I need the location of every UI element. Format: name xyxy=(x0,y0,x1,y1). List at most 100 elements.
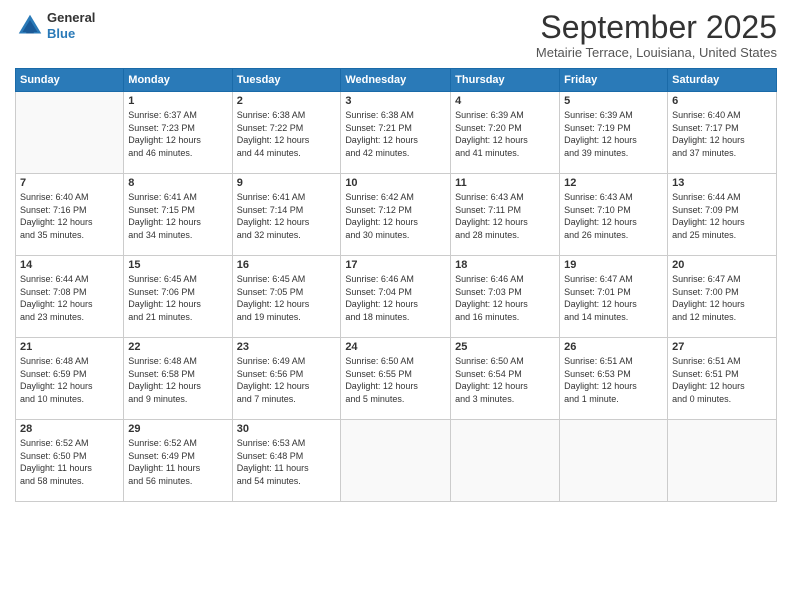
day-cell: 4 Sunrise: 6:39 AMSunset: 7:20 PMDaylight… xyxy=(451,92,560,174)
day-info: Sunrise: 6:45 AMSunset: 7:05 PMDaylight:… xyxy=(237,273,337,323)
day-cell: 12 Sunrise: 6:43 AMSunset: 7:10 PMDayligh… xyxy=(560,174,668,256)
week-row-1: 1Sunrise: 6:37 AMSunset: 7:23 PMDaylight… xyxy=(16,92,777,174)
day-cell: 15 Sunrise: 6:45 AMSunset: 7:06 PMDayligh… xyxy=(124,256,232,338)
day-info: Sunrise: 6:41 AMSunset: 7:15 PMDaylight:… xyxy=(128,191,227,241)
day-cell: 20 Sunrise: 6:47 AMSunset: 7:00 PMDayligh… xyxy=(668,256,777,338)
title-block: September 2025 Metairie Terrace, Louisia… xyxy=(536,10,777,60)
day-number: 23 xyxy=(237,341,337,353)
logo-blue: Blue xyxy=(47,26,95,42)
day-cell: 6Sunrise: 6:40 AMSunset: 7:17 PMDaylight… xyxy=(668,92,777,174)
day-info: Sunrise: 6:51 AMSunset: 6:51 PMDaylight:… xyxy=(672,355,772,405)
day-number: 13 xyxy=(672,177,772,189)
day-cell: 26 Sunrise: 6:51 AMSunset: 6:53 PMDayligh… xyxy=(560,338,668,420)
day-cell: 11 Sunrise: 6:43 AMSunset: 7:11 PMDayligh… xyxy=(451,174,560,256)
day-number: 29 xyxy=(128,423,227,435)
day-number: 7 xyxy=(20,177,119,189)
logo-general: General xyxy=(47,10,95,26)
day-cell: 21 Sunrise: 6:48 AMSunset: 6:59 PMDayligh… xyxy=(16,338,124,420)
day-number: 15 xyxy=(128,259,227,271)
day-info: Sunrise: 6:38 AMSunset: 7:21 PMDaylight:… xyxy=(345,109,446,159)
page: General Blue September 2025 Metairie Ter… xyxy=(0,0,792,612)
day-number: 16 xyxy=(237,259,337,271)
day-info: Sunrise: 6:42 AMSunset: 7:12 PMDaylight:… xyxy=(345,191,446,241)
col-header-friday: Friday xyxy=(560,69,668,92)
day-cell: 29 Sunrise: 6:52 AMSunset: 6:49 PMDayligh… xyxy=(124,420,232,502)
col-header-saturday: Saturday xyxy=(668,69,777,92)
day-number: 18 xyxy=(455,259,555,271)
day-info: Sunrise: 6:50 AMSunset: 6:55 PMDaylight:… xyxy=(345,355,446,405)
week-row-4: 21 Sunrise: 6:48 AMSunset: 6:59 PMDayligh… xyxy=(16,338,777,420)
day-number: 3 xyxy=(345,95,446,107)
day-info: Sunrise: 6:50 AMSunset: 6:54 PMDaylight:… xyxy=(455,355,555,405)
day-number: 30 xyxy=(237,423,337,435)
day-cell: 1Sunrise: 6:37 AMSunset: 7:23 PMDaylight… xyxy=(124,92,232,174)
day-cell: 28 Sunrise: 6:52 AMSunset: 6:50 PMDayligh… xyxy=(16,420,124,502)
day-number: 20 xyxy=(672,259,772,271)
week-row-3: 14 Sunrise: 6:44 AMSunset: 7:08 PMDayligh… xyxy=(16,256,777,338)
day-number: 19 xyxy=(564,259,663,271)
day-cell: 3 Sunrise: 6:38 AMSunset: 7:21 PMDaylight… xyxy=(341,92,451,174)
day-info: Sunrise: 6:45 AMSunset: 7:06 PMDaylight:… xyxy=(128,273,227,323)
day-cell: 13Sunrise: 6:44 AMSunset: 7:09 PMDayligh… xyxy=(668,174,777,256)
day-number: 4 xyxy=(455,95,555,107)
day-info: Sunrise: 6:39 AMSunset: 7:19 PMDaylight:… xyxy=(564,109,663,159)
day-cell: 17 Sunrise: 6:46 AMSunset: 7:04 PMDayligh… xyxy=(341,256,451,338)
day-cell: 16 Sunrise: 6:45 AMSunset: 7:05 PMDayligh… xyxy=(232,256,341,338)
col-header-thursday: Thursday xyxy=(451,69,560,92)
logo-icon xyxy=(15,11,45,41)
day-info: Sunrise: 6:46 AMSunset: 7:03 PMDaylight:… xyxy=(455,273,555,323)
day-number: 8 xyxy=(128,177,227,189)
day-info: Sunrise: 6:53 AMSunset: 6:48 PMDaylight:… xyxy=(237,437,337,487)
day-info: Sunrise: 6:44 AMSunset: 7:08 PMDaylight:… xyxy=(20,273,119,323)
day-info: Sunrise: 6:40 AMSunset: 7:17 PMDaylight:… xyxy=(672,109,772,159)
logo-text: General Blue xyxy=(47,10,95,41)
day-cell: 22 Sunrise: 6:48 AMSunset: 6:58 PMDayligh… xyxy=(124,338,232,420)
calendar-header-row: SundayMondayTuesdayWednesdayThursdayFrid… xyxy=(16,69,777,92)
day-info: Sunrise: 6:38 AMSunset: 7:22 PMDaylight:… xyxy=(237,109,337,159)
day-number: 17 xyxy=(345,259,446,271)
col-header-sunday: Sunday xyxy=(16,69,124,92)
calendar-table: SundayMondayTuesdayWednesdayThursdayFrid… xyxy=(15,68,777,502)
day-cell xyxy=(451,420,560,502)
day-info: Sunrise: 6:52 AMSunset: 6:49 PMDaylight:… xyxy=(128,437,227,487)
location: Metairie Terrace, Louisiana, United Stat… xyxy=(536,45,777,60)
day-cell xyxy=(668,420,777,502)
day-info: Sunrise: 6:39 AMSunset: 7:20 PMDaylight:… xyxy=(455,109,555,159)
day-info: Sunrise: 6:51 AMSunset: 6:53 PMDaylight:… xyxy=(564,355,663,405)
day-info: Sunrise: 6:47 AMSunset: 7:00 PMDaylight:… xyxy=(672,273,772,323)
day-number: 26 xyxy=(564,341,663,353)
day-cell: 24 Sunrise: 6:50 AMSunset: 6:55 PMDayligh… xyxy=(341,338,451,420)
day-info: Sunrise: 6:43 AMSunset: 7:11 PMDaylight:… xyxy=(455,191,555,241)
month-title: September 2025 xyxy=(536,10,777,45)
day-info: Sunrise: 6:48 AMSunset: 6:59 PMDaylight:… xyxy=(20,355,119,405)
day-cell: 18 Sunrise: 6:46 AMSunset: 7:03 PMDayligh… xyxy=(451,256,560,338)
day-cell: 5Sunrise: 6:39 AMSunset: 7:19 PMDaylight… xyxy=(560,92,668,174)
day-cell: 23 Sunrise: 6:49 AMSunset: 6:56 PMDayligh… xyxy=(232,338,341,420)
day-cell: 25 Sunrise: 6:50 AMSunset: 6:54 PMDayligh… xyxy=(451,338,560,420)
day-info: Sunrise: 6:52 AMSunset: 6:50 PMDaylight:… xyxy=(20,437,119,487)
week-row-2: 7Sunrise: 6:40 AMSunset: 7:16 PMDaylight… xyxy=(16,174,777,256)
day-info: Sunrise: 6:37 AMSunset: 7:23 PMDaylight:… xyxy=(128,109,227,159)
day-number: 12 xyxy=(564,177,663,189)
logo: General Blue xyxy=(15,10,95,41)
day-number: 21 xyxy=(20,341,119,353)
day-number: 24 xyxy=(345,341,446,353)
day-cell: 27Sunrise: 6:51 AMSunset: 6:51 PMDayligh… xyxy=(668,338,777,420)
week-row-5: 28 Sunrise: 6:52 AMSunset: 6:50 PMDayligh… xyxy=(16,420,777,502)
day-cell: 10 Sunrise: 6:42 AMSunset: 7:12 PMDayligh… xyxy=(341,174,451,256)
day-info: Sunrise: 6:49 AMSunset: 6:56 PMDaylight:… xyxy=(237,355,337,405)
day-number: 28 xyxy=(20,423,119,435)
day-cell: 30 Sunrise: 6:53 AMSunset: 6:48 PMDayligh… xyxy=(232,420,341,502)
day-info: Sunrise: 6:46 AMSunset: 7:04 PMDaylight:… xyxy=(345,273,446,323)
day-cell: 2Sunrise: 6:38 AMSunset: 7:22 PMDaylight… xyxy=(232,92,341,174)
day-cell: 9Sunrise: 6:41 AMSunset: 7:14 PMDaylight… xyxy=(232,174,341,256)
day-number: 25 xyxy=(455,341,555,353)
day-number: 22 xyxy=(128,341,227,353)
day-info: Sunrise: 6:48 AMSunset: 6:58 PMDaylight:… xyxy=(128,355,227,405)
day-info: Sunrise: 6:43 AMSunset: 7:10 PMDaylight:… xyxy=(564,191,663,241)
day-number: 11 xyxy=(455,177,555,189)
day-number: 10 xyxy=(345,177,446,189)
day-number: 14 xyxy=(20,259,119,271)
day-number: 9 xyxy=(237,177,337,189)
col-header-monday: Monday xyxy=(124,69,232,92)
